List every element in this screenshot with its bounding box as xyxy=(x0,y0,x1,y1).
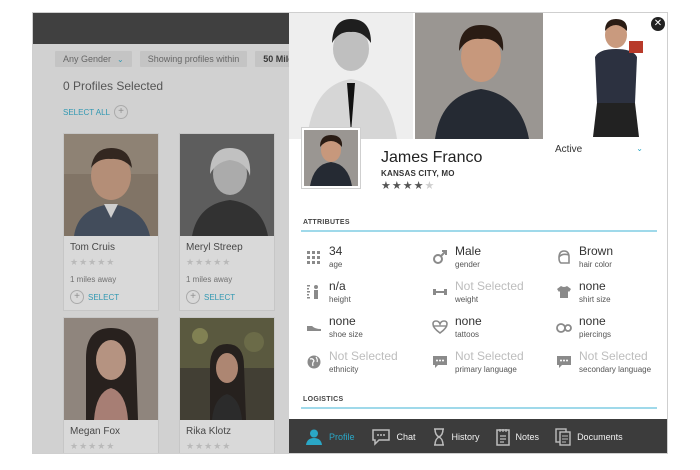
profile-name: James Franco xyxy=(381,149,483,166)
user-icon xyxy=(305,428,323,446)
attributes-heading: ATTRIBUTES xyxy=(303,219,350,226)
documents-icon xyxy=(555,428,571,446)
attribute-shirt-size: none shirt size xyxy=(555,280,611,304)
calendar-icon xyxy=(305,248,323,266)
dumbbell-icon xyxy=(431,283,449,301)
attribute-value: n/a xyxy=(329,279,346,293)
attribute-weight: Not Selected weight xyxy=(431,280,524,304)
tab-profile[interactable]: Profile xyxy=(297,419,363,453)
tab-documents[interactable]: Documents xyxy=(547,419,631,453)
attribute-height: n/a height xyxy=(305,280,351,304)
status-value: Active xyxy=(555,144,583,155)
profile-tab-bar: Profile Chat History Notes Documents xyxy=(289,419,667,453)
attribute-age: 34 age xyxy=(305,245,342,269)
section-divider xyxy=(301,230,657,232)
attribute-primary-language: Not Selected primary language xyxy=(431,350,524,374)
close-button[interactable]: ✕ xyxy=(651,17,665,31)
attribute-hair-color: Brown hair color xyxy=(555,245,613,269)
attribute-value: Not Selected xyxy=(455,349,524,363)
attribute-label: shoe size xyxy=(329,330,363,339)
close-icon: ✕ xyxy=(653,18,663,29)
heart-tattoo-icon xyxy=(431,318,449,336)
chevron-down-icon: ⌄ xyxy=(636,144,643,153)
piercing-icon xyxy=(555,318,573,336)
attribute-label: tattoos xyxy=(455,330,480,339)
tab-chat[interactable]: Chat xyxy=(363,419,424,453)
attribute-label: weight xyxy=(455,295,479,304)
notes-icon xyxy=(495,428,510,446)
profile-location: KANSAS CITY, MO xyxy=(381,169,455,178)
app-window: Any Gender ⌄ Showing profiles within 50 … xyxy=(32,12,668,454)
head-icon xyxy=(555,248,573,266)
attribute-ethnicity: Not Selected ethnicity xyxy=(305,350,398,374)
globe-icon xyxy=(305,353,323,371)
photo-gallery xyxy=(289,13,667,139)
profile-rating: ★★★★★ xyxy=(381,179,435,192)
modal-overlay[interactable] xyxy=(33,13,289,453)
tab-history[interactable]: History xyxy=(424,419,488,453)
tab-label: Notes xyxy=(515,432,540,442)
attribute-value: none xyxy=(455,314,482,328)
profile-avatar xyxy=(301,127,361,189)
shoe-icon xyxy=(305,318,323,336)
tab-label: Chat xyxy=(396,432,416,442)
attribute-label: piercings xyxy=(579,330,612,339)
speech-icon xyxy=(555,353,573,371)
attribute-label: shirt size xyxy=(579,295,611,304)
attribute-value: 34 xyxy=(329,244,343,258)
status-select[interactable]: Active ⌄ xyxy=(555,144,643,155)
tab-label: History xyxy=(451,432,480,442)
rating-stars-filled: ★★★★ xyxy=(381,180,425,192)
rating-stars-empty: ★ xyxy=(424,180,436,192)
attribute-label: hair color xyxy=(579,260,612,269)
attribute-value: none xyxy=(329,314,356,328)
male-icon xyxy=(431,248,449,266)
shirt-icon xyxy=(555,283,573,301)
attribute-label: secondary language xyxy=(579,365,652,374)
speech-icon xyxy=(431,353,449,371)
logistics-heading: LOGISTICS xyxy=(303,396,344,403)
height-icon xyxy=(305,283,323,301)
attribute-label: ethnicity xyxy=(329,365,359,374)
attribute-value: none xyxy=(579,314,606,328)
attribute-label: age xyxy=(329,260,343,269)
attribute-value: Male xyxy=(455,244,482,258)
tab-label: Profile xyxy=(329,432,355,442)
attribute-label: gender xyxy=(455,260,480,269)
attribute-shoe-size: none shoe size xyxy=(305,315,363,339)
hourglass-icon xyxy=(432,428,446,446)
attribute-value: Not Selected xyxy=(329,349,398,363)
attribute-gender: Male gender xyxy=(431,245,481,269)
attribute-label: height xyxy=(329,295,351,304)
attribute-tattoos: none tattoos xyxy=(431,315,482,339)
chat-icon xyxy=(371,428,391,446)
attribute-value: Brown xyxy=(579,244,614,258)
tab-notes[interactable]: Notes xyxy=(488,419,548,453)
attribute-label: primary language xyxy=(455,365,517,374)
attribute-piercings: none piercings xyxy=(555,315,611,339)
tab-label: Documents xyxy=(577,432,623,442)
attribute-secondary-language: Not Selected secondary language xyxy=(555,350,651,374)
attribute-value: Not Selected xyxy=(579,349,648,363)
attribute-value: none xyxy=(579,279,606,293)
attribute-value: Not Selected xyxy=(455,279,524,293)
section-divider xyxy=(301,407,657,409)
profile-panel: ✕ James Franco KANSAS CITY, MO ★★★★★ Act… xyxy=(289,13,667,453)
